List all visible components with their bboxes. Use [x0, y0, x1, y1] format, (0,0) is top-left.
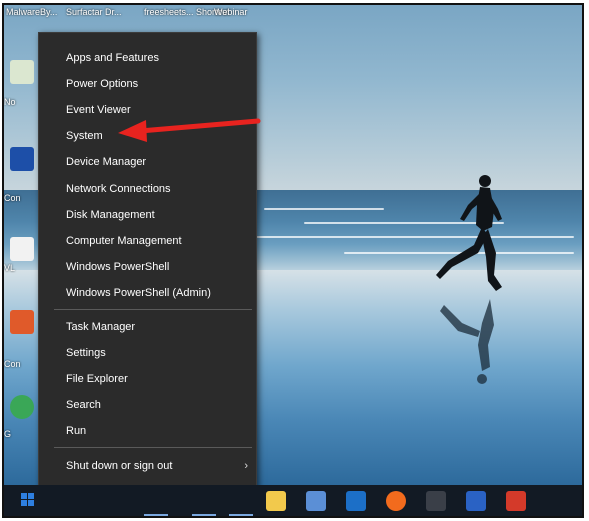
screenshot-frame: MalwareBy... Surfactar Dr... freesheets.… [4, 5, 582, 516]
menu-item-computer-management[interactable]: Computer Management [39, 229, 256, 253]
desktop-top-labels: MalwareBy... Surfactar Dr... freesheets.… [4, 5, 264, 25]
taskbar-active-indicator [144, 514, 168, 516]
taskbar-active-indicator [229, 514, 253, 516]
menu-item-task-manager[interactable]: Task Manager [39, 315, 256, 339]
desktop-app-icon[interactable] [10, 395, 34, 419]
menu-item-event-viewer[interactable]: Event Viewer [39, 98, 256, 122]
taskbar [4, 485, 582, 516]
desktop-app-icon[interactable] [10, 310, 34, 334]
menu-item-apps-and-features[interactable]: Apps and Features [39, 46, 256, 70]
menu-item-search[interactable]: Search [39, 393, 256, 417]
menu-item-system[interactable]: System [39, 124, 256, 148]
menu-item-run[interactable]: Run [39, 419, 256, 443]
desktop-icon-label: Webinar [214, 7, 248, 17]
remote-desktop-icon[interactable] [306, 491, 326, 511]
chevron-right-icon: › [244, 460, 248, 472]
desktop-icon-column: No Con VL Con G [4, 5, 36, 485]
desktop-app-icon[interactable] [10, 147, 34, 171]
menu-item-settings[interactable]: Settings [39, 341, 256, 365]
menu-item-disk-management[interactable]: Disk Management [39, 203, 256, 227]
menu-item-network-connections[interactable]: Network Connections [39, 177, 256, 201]
menu-item-windows-powershell-admin[interactable]: Windows PowerShell (Admin) [39, 281, 256, 305]
report-app-icon[interactable] [426, 491, 446, 511]
dc-app-icon[interactable] [506, 491, 526, 511]
taskbar-active-indicator [192, 514, 216, 516]
file-explorer-icon[interactable] [266, 491, 286, 511]
menu-item-shut-down-or-sign-out[interactable]: Shut down or sign out › [39, 454, 256, 478]
save-app-icon[interactable] [466, 491, 486, 511]
menu-separator [54, 309, 252, 310]
desktop-icon-label: Surfactar Dr... [66, 7, 122, 17]
menu-item-label: Shut down or sign out [66, 460, 173, 472]
windows-start-icon[interactable] [21, 493, 35, 507]
desktop-app-icon[interactable] [10, 237, 34, 261]
menu-item-windows-powershell[interactable]: Windows PowerShell [39, 255, 256, 279]
menu-item-power-options[interactable]: Power Options [39, 72, 256, 96]
desktop-app-icon[interactable] [10, 60, 34, 84]
outlook-icon[interactable] [346, 491, 366, 511]
winx-context-menu: Apps and Features Power Options Event Vi… [38, 32, 257, 501]
menu-separator [54, 447, 252, 448]
menu-item-device-manager[interactable]: Device Manager [39, 150, 256, 174]
menu-item-file-explorer[interactable]: File Explorer [39, 367, 256, 391]
firefox-icon[interactable] [386, 491, 406, 511]
